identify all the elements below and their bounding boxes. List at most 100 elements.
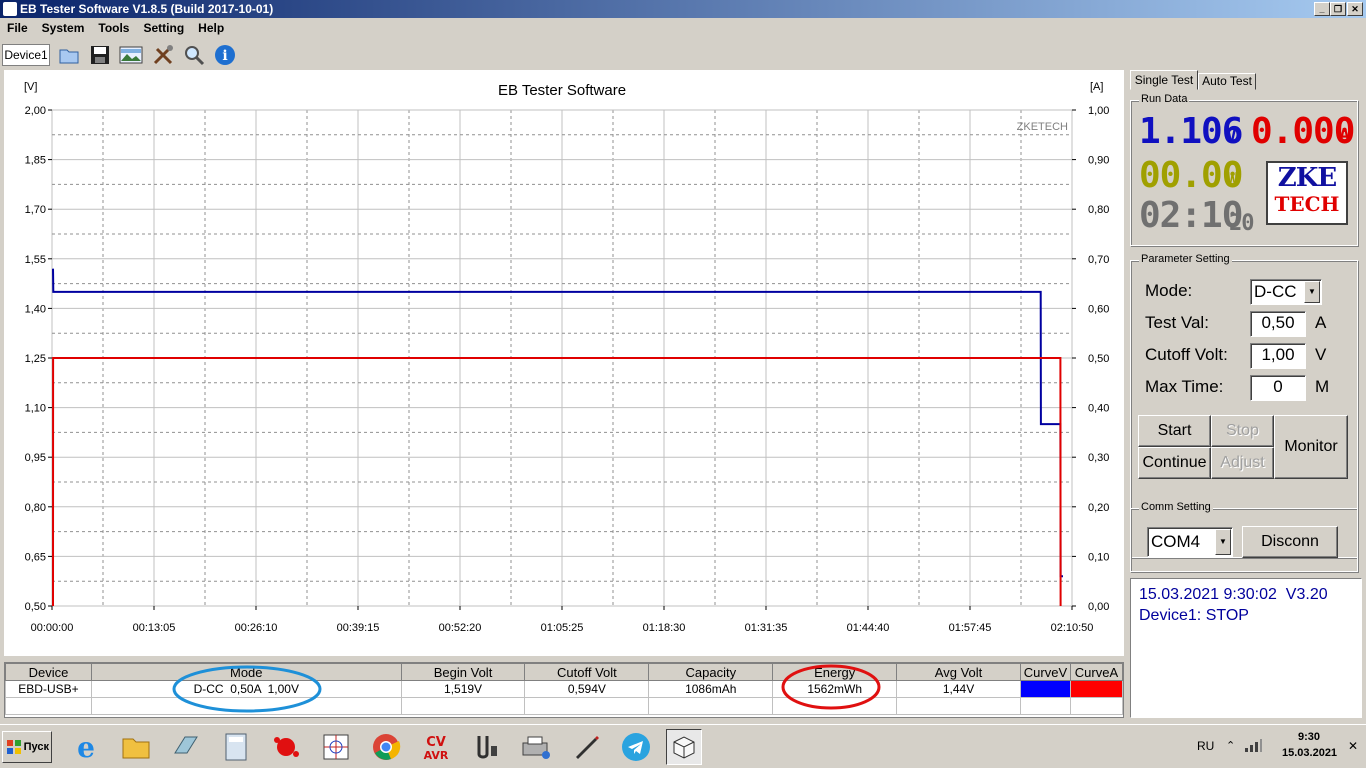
menu-file[interactable]: File (0, 18, 35, 38)
y-tick-right: 0,80 (1088, 204, 1109, 216)
power-unit: W (1227, 169, 1238, 190)
clock-time[interactable]: 9:30 (1286, 731, 1332, 743)
disconnect-button[interactable]: Disconn (1242, 526, 1338, 558)
x-tick: 01:57:45 (949, 622, 992, 634)
menu-bar: File System Tools Setting Help (0, 18, 1366, 38)
ie-icon[interactable]: e (68, 729, 104, 765)
x-tick: 00:26:10 (235, 622, 278, 634)
mode-select[interactable]: D-CC ▼ (1250, 279, 1322, 305)
cutoff-volt-label: Cutoff Volt: (1145, 345, 1228, 364)
start-button-taskbar[interactable]: Пуск (2, 731, 52, 763)
explorer-folder-icon[interactable] (118, 729, 154, 765)
annotation-overlay (172, 664, 881, 713)
zketech-logo: ZKE TECH (1266, 161, 1348, 225)
probes-icon[interactable] (468, 729, 504, 765)
chrome-icon[interactable] (368, 729, 404, 765)
chevron-down-icon[interactable]: ▼ (1304, 281, 1320, 303)
run-data-group: Run Data 1.106 V 0.000 A 00.00 W 02:10 2… (1130, 93, 1358, 246)
menu-tools[interactable]: Tools (91, 18, 136, 38)
windows-logo-icon (6, 740, 21, 754)
y-tick-right: 0,50 (1088, 353, 1109, 365)
monitor-button[interactable]: Monitor (1274, 415, 1348, 479)
status-device: Device1: STOP (1139, 607, 1249, 624)
notebook-icon[interactable] (168, 729, 204, 765)
y-tick-left: 1,25 (25, 353, 46, 365)
status-datetime: 15.03.2021 9:30:02 V3.20 (1139, 586, 1328, 603)
x-tick: 02:10:50 (1051, 622, 1094, 634)
crosshair-app-icon[interactable] (318, 729, 354, 765)
folder-icon[interactable] (56, 42, 82, 68)
x-tick: 01:18:30 (643, 622, 686, 634)
y-tick-left: 1,55 (25, 254, 46, 266)
voltage-current-chart: 2,00 1,85 1,70 1,55 1,40 1,25 1,10 0,95 0,80 0,65… (24, 81, 1109, 634)
time-display: 02:10 (1139, 195, 1243, 236)
comm-setting-group: Comm Setting COM4 ▼ Disconn (1130, 501, 1358, 572)
menu-setting[interactable]: Setting (136, 18, 191, 38)
y-tick-right: 0,00 (1088, 601, 1109, 613)
y-tick-left: 1,10 (25, 403, 46, 415)
info-icon[interactable]: i (212, 42, 238, 68)
cutoff-volt-input[interactable]: 1,00 (1250, 343, 1306, 369)
comm-label: Comm Setting (1139, 501, 1213, 513)
max-time-input[interactable]: 0 (1250, 375, 1306, 401)
minimize-button[interactable]: _ (1314, 2, 1330, 16)
menu-help[interactable]: Help (191, 18, 231, 38)
clock-date[interactable]: 15.03.2021 (1282, 747, 1337, 759)
paint-splash-icon[interactable] (268, 729, 304, 765)
y-tick-right: 0,70 (1088, 254, 1109, 266)
continue-button[interactable]: Continue (1138, 447, 1211, 479)
test-val-label: Test Val: (1145, 313, 1209, 332)
show-desktop-icon[interactable]: ✕ (1348, 739, 1358, 753)
y-tick-right: 1,00 (1088, 105, 1109, 117)
y-axis-label-right: [A] (1090, 81, 1103, 93)
restore-button[interactable]: ❐ (1330, 2, 1346, 16)
tools-icon[interactable] (150, 42, 176, 68)
x-tick: 00:52:20 (439, 622, 482, 634)
tray-expand-icon[interactable]: ⌃ (1226, 739, 1235, 752)
pencil-icon[interactable] (568, 729, 604, 765)
chart-title: EB Tester Software (498, 82, 626, 99)
y-tick-left: 1,70 (25, 204, 46, 216)
save-icon[interactable] (87, 42, 113, 68)
toolbar: Device1 i (0, 40, 1366, 68)
y-tick-left: 1,85 (25, 155, 46, 167)
com-port-select[interactable]: COM4 ▼ (1147, 527, 1233, 557)
close-button[interactable]: ✕ (1347, 2, 1363, 16)
network-signal-icon[interactable] (1244, 737, 1262, 753)
chevron-down-icon[interactable]: ▼ (1215, 529, 1231, 555)
current-unit: A (1339, 125, 1350, 146)
time-seconds: 20 (1229, 211, 1254, 236)
window-title: EB Tester Software V1.8.5 (Build 2017-10… (20, 2, 274, 16)
device-tab[interactable]: Device1 (2, 44, 50, 66)
svg-text:i: i (222, 48, 227, 64)
x-tick: 01:05:25 (541, 622, 584, 634)
logo-top-text: ZKE (1277, 163, 1337, 193)
x-tick: 00:13:05 (133, 622, 176, 634)
y-tick-right: 0,30 (1088, 452, 1109, 464)
y-tick-right: 0,90 (1088, 155, 1109, 167)
stop-button[interactable]: Stop (1211, 415, 1274, 447)
status-box: 15.03.2021 9:30:02 V3.20 Device1: STOP (1130, 578, 1362, 718)
picture-icon[interactable] (118, 42, 144, 68)
cutoff-volt-unit: V (1315, 345, 1327, 364)
adjust-button[interactable]: Adjust (1211, 447, 1274, 479)
cvavr-icon[interactable]: CV AVR (418, 729, 454, 765)
telegram-icon[interactable] (618, 729, 654, 765)
language-indicator[interactable]: RU (1197, 739, 1214, 753)
tab-auto-test[interactable]: Auto Test (1198, 73, 1256, 90)
eb-tester-task-icon[interactable] (666, 729, 702, 765)
taskbar: Пуск e CV AVR RU ⌃ 9:30 15.03.2021 ✕ (0, 724, 1366, 768)
title-bar: EB Tester Software V1.8.5 (Build 2017-10… (0, 0, 1366, 18)
y-tick-left: 0,50 (25, 601, 46, 613)
calculator-icon[interactable] (218, 729, 254, 765)
tab-single-test[interactable]: Single Test (1130, 70, 1198, 90)
magnifier-icon[interactable] (181, 42, 207, 68)
x-tick: 01:31:35 (745, 622, 788, 634)
printer-icon[interactable] (518, 729, 554, 765)
test-val-input[interactable]: 0,50 (1250, 311, 1306, 337)
start-button[interactable]: Start (1138, 415, 1211, 447)
menu-system[interactable]: System (35, 18, 92, 38)
max-time-label: Max Time: (1145, 377, 1224, 396)
chart-watermark: ZKETECH (1017, 121, 1068, 133)
mode-annotation-ellipse (172, 665, 322, 713)
